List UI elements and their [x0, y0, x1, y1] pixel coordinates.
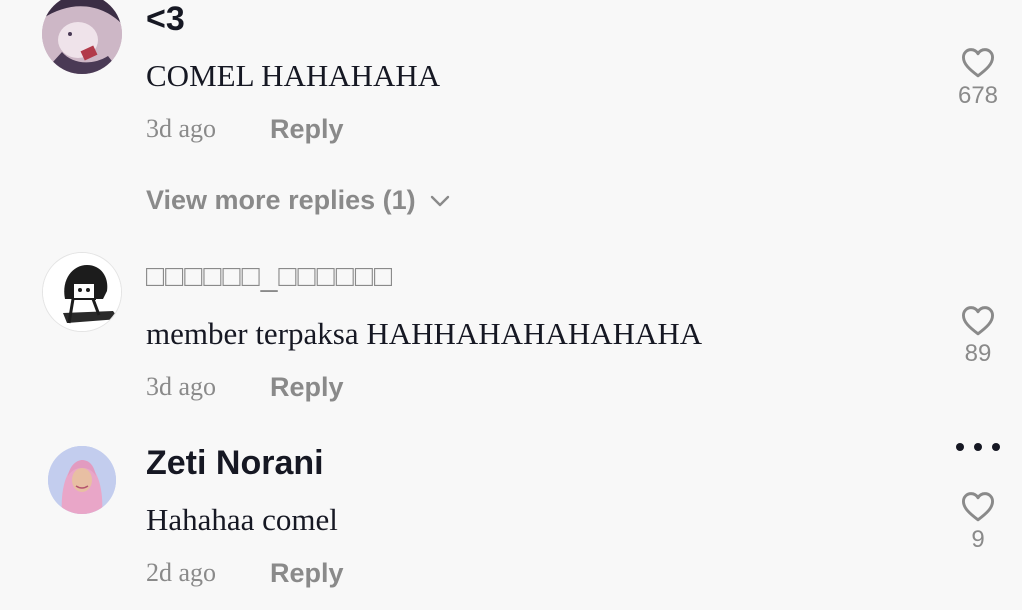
view-more-replies-label: View more replies (1) [146, 185, 416, 215]
comment-text: Hahahaa comel [146, 502, 338, 537]
view-more-replies-button[interactable]: View more replies (1) [146, 187, 450, 214]
heart-outline-icon [961, 306, 994, 336]
like-button[interactable]: 678 [948, 46, 1008, 108]
more-horizontal-icon[interactable] [956, 440, 1000, 454]
dot [992, 443, 1000, 451]
like-button[interactable]: 9 [948, 490, 1008, 552]
heart-outline-icon [961, 48, 994, 78]
avatar[interactable] [42, 252, 122, 332]
avatar-image [48, 446, 116, 514]
comment-username[interactable]: Zeti Norani [146, 446, 324, 480]
comment-text: member terpaksa HAHHAHAHAHAHAHA [146, 316, 703, 351]
like-count: 678 [957, 82, 999, 109]
comment-username[interactable]: □□□□□□_□□□□□□ [146, 262, 393, 292]
dot [974, 443, 982, 451]
comment-timestamp: 3d ago [146, 114, 217, 143]
like-count: 89 [964, 340, 992, 367]
like-button[interactable]: 89 [948, 304, 1008, 366]
comment-timestamp: 3d ago [146, 372, 217, 401]
avatar[interactable] [48, 446, 116, 514]
chevron-down-icon [430, 195, 449, 206]
heart-outline-icon [961, 492, 994, 522]
reply-button[interactable]: Reply [270, 116, 344, 143]
dot [956, 443, 964, 451]
comment-username[interactable]: <3 [146, 2, 185, 36]
comment-text: COMEL HAHAHAHA [146, 58, 441, 93]
reply-button[interactable]: Reply [270, 560, 344, 587]
like-count: 9 [971, 526, 985, 553]
reply-button[interactable]: Reply [270, 374, 344, 401]
comment-timestamp: 2d ago [146, 558, 217, 587]
avatar-image [43, 253, 121, 331]
comments-panel: <3 COMEL HAHAHAHA 3d ago Reply 678 View … [0, 0, 1022, 610]
avatar[interactable] [42, 0, 122, 74]
avatar-image [42, 0, 122, 74]
